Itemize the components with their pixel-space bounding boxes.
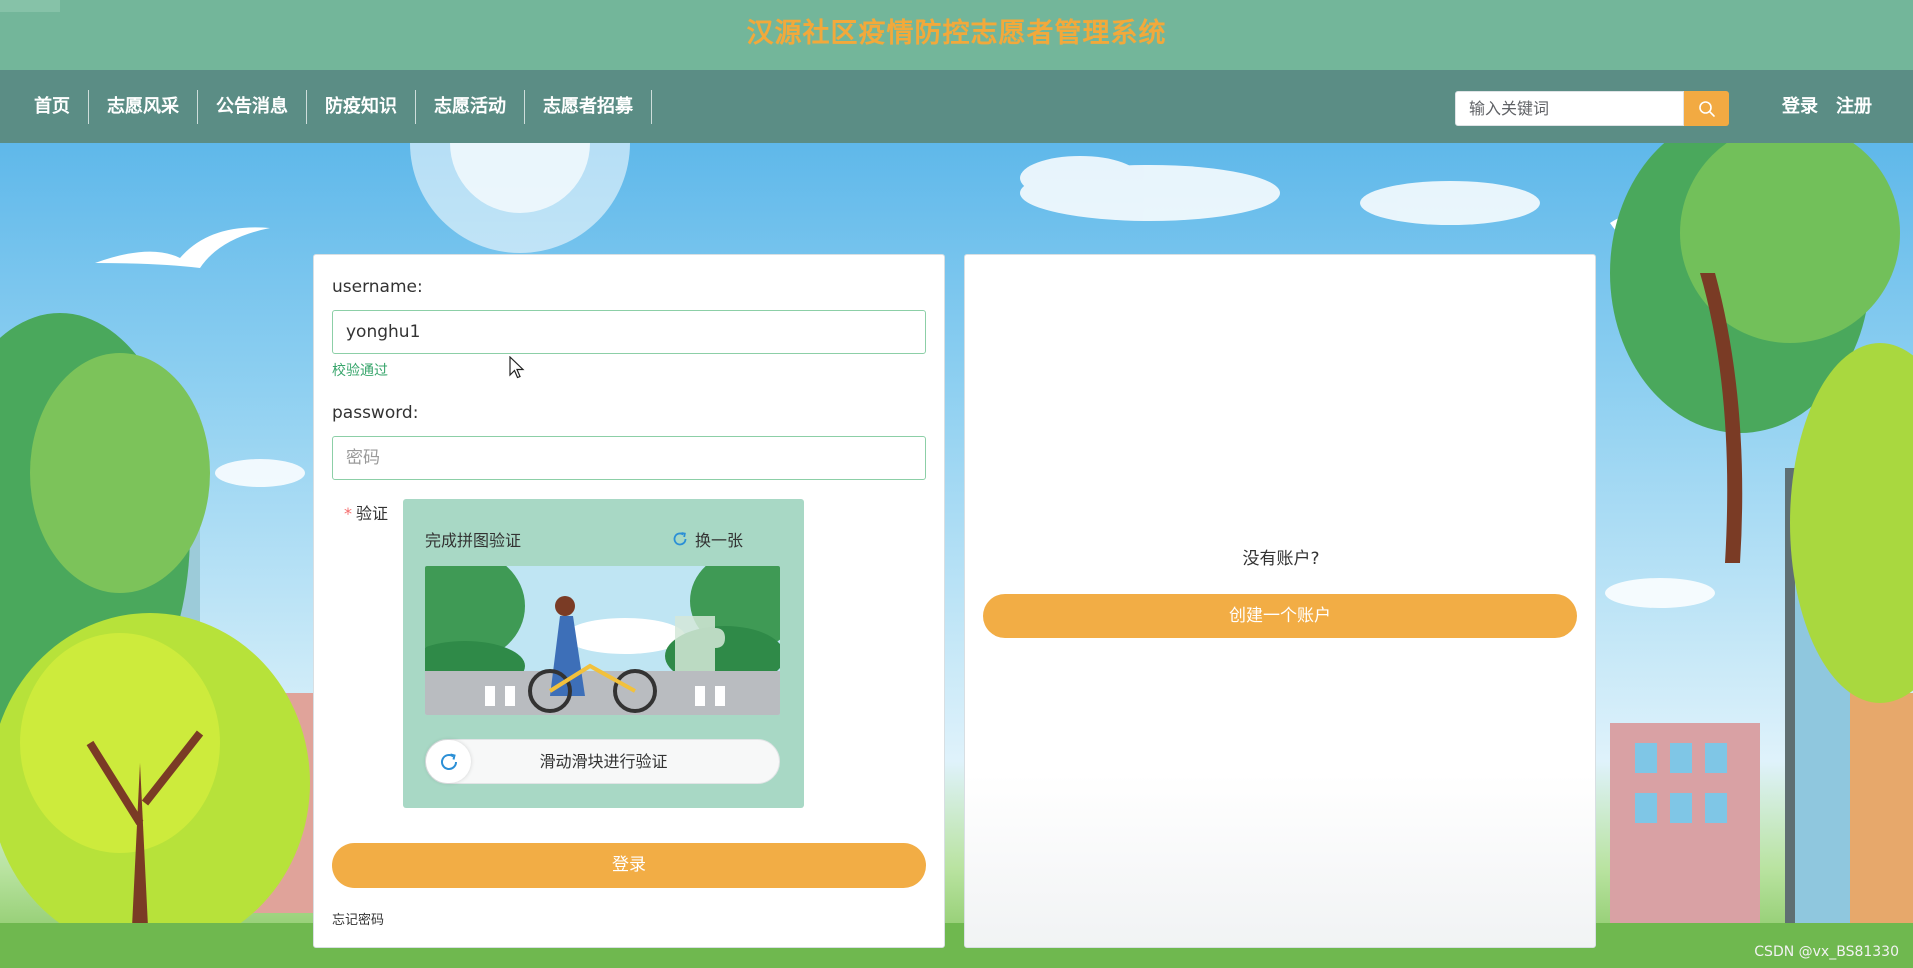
watermark: CSDN @vx_BS81330 — [1754, 944, 1899, 960]
captcha-title: 完成拼图验证 — [425, 531, 522, 550]
slider-refresh-icon — [440, 753, 457, 770]
username-input[interactable] — [332, 310, 926, 354]
captcha-label: * 验证 — [344, 504, 389, 523]
register-panel: 没有账户? 创建一个账户 — [964, 254, 1596, 948]
nav-item-announcements[interactable]: 公告消息 — [198, 89, 307, 124]
create-account-button[interactable]: 创建一个账户 — [983, 594, 1577, 638]
captcha-refresh-button[interactable]: 换一张 — [671, 527, 743, 551]
login-link[interactable]: 登录 — [1782, 70, 1818, 143]
nav-item-volunteer-showcase[interactable]: 志愿风采 — [89, 89, 198, 124]
header-bar: 汉源社区疫情防控志愿者管理系统 — [0, 0, 1913, 70]
register-link[interactable]: 注册 — [1836, 70, 1872, 143]
search-button[interactable] — [1684, 91, 1729, 126]
nav-item-volunteer-recruitment[interactable]: 志愿者招募 — [525, 89, 652, 124]
captcha-label-text: 验证 — [356, 504, 389, 523]
nav-bar: 首页 志愿风采 公告消息 防疫知识 志愿活动 志愿者招募 登录 注册 — [0, 70, 1913, 143]
site-title: 汉源社区疫情防控志愿者管理系统 — [746, 18, 1167, 49]
nav-item-epidemic-knowledge[interactable]: 防疫知识 — [307, 89, 416, 124]
nav-menu: 首页 志愿风采 公告消息 防疫知识 志愿活动 志愿者招募 — [22, 70, 652, 143]
forgot-password-link[interactable]: 忘记密码 — [332, 909, 384, 928]
captcha-puzzle-image — [425, 566, 780, 715]
slider-text: 滑动滑块进行验证 — [539, 752, 668, 771]
nav-item-home[interactable]: 首页 — [22, 89, 89, 124]
mouse-cursor-icon — [509, 356, 525, 379]
no-account-text: 没有账户? — [1242, 549, 1320, 569]
search-input[interactable] — [1455, 91, 1684, 126]
search-icon — [1698, 100, 1715, 117]
captcha-box: 完成拼图验证 换一张 滑动滑块进行验证 — [403, 499, 804, 808]
slider-handle[interactable] — [426, 740, 471, 783]
background-scene — [0, 143, 1913, 968]
username-label: username: — [332, 277, 423, 297]
refresh-icon — [673, 532, 687, 546]
captcha-slider-track[interactable]: 滑动滑块进行验证 — [425, 739, 780, 784]
password-label: password: — [332, 403, 419, 423]
captcha-refresh-label: 换一张 — [695, 531, 744, 550]
password-input[interactable] — [332, 436, 926, 480]
nav-item-volunteer-activities[interactable]: 志愿活动 — [416, 89, 525, 124]
validation-message: 校验通过 — [332, 363, 388, 379]
login-button[interactable]: 登录 — [332, 843, 926, 888]
background-illustration — [0, 143, 1913, 968]
login-panel: username: 校验通过 password: *验证 完成拼图验证 换一张 — [313, 254, 945, 948]
